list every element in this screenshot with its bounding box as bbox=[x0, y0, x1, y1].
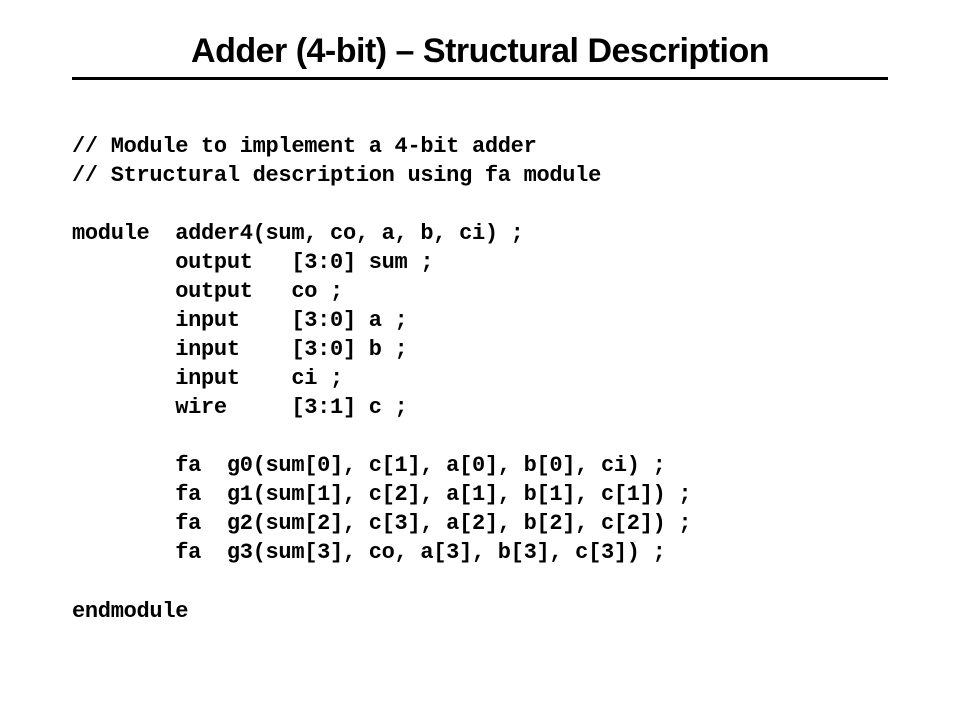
code-block: // Module to implement a 4-bit adder // … bbox=[72, 132, 888, 626]
code-line: output co ; bbox=[72, 279, 343, 304]
code-line: input [3:0] a ; bbox=[72, 308, 407, 333]
code-line: fa g2(sum[2], c[3], a[2], b[2], c[2]) ; bbox=[72, 511, 691, 536]
code-line: input ci ; bbox=[72, 366, 343, 391]
code-line: wire [3:1] c ; bbox=[72, 395, 407, 420]
slide-title: Adder (4-bit) – Structural Description bbox=[72, 32, 888, 71]
code-line: // Module to implement a 4-bit adder bbox=[72, 134, 536, 159]
code-line: endmodule bbox=[72, 599, 188, 624]
code-line: fa g0(sum[0], c[1], a[0], b[0], ci) ; bbox=[72, 453, 666, 478]
code-line: fa g1(sum[1], c[2], a[1], b[1], c[1]) ; bbox=[72, 482, 691, 507]
code-line: output [3:0] sum ; bbox=[72, 250, 433, 275]
slide-container: Adder (4-bit) – Structural Description /… bbox=[0, 0, 960, 658]
title-underline bbox=[72, 77, 888, 80]
code-line: fa g3(sum[3], co, a[3], b[3], c[3]) ; bbox=[72, 540, 666, 565]
code-line: // Structural description using fa modul… bbox=[72, 163, 601, 188]
code-line: input [3:0] b ; bbox=[72, 337, 407, 362]
code-line: module adder4(sum, co, a, b, ci) ; bbox=[72, 221, 524, 246]
